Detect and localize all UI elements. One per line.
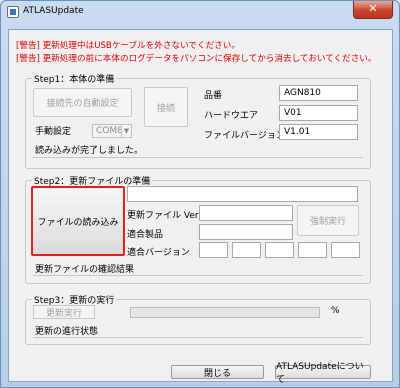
step2-divider xyxy=(33,275,363,276)
hardware-field[interactable]: V01 xyxy=(279,105,358,121)
app-icon xyxy=(7,6,19,18)
progress-percent-sign: % xyxy=(331,306,340,316)
manual-setting-label: 手動設定 xyxy=(35,127,72,137)
update-progress-bar xyxy=(130,307,320,318)
port-select[interactable]: COM8 ▼ xyxy=(92,124,132,138)
compatible-version-field-2[interactable] xyxy=(232,242,261,258)
step1-legend: Step1：本体の準備 xyxy=(32,72,117,85)
force-run-button[interactable]: 強制実行 xyxy=(297,205,359,236)
title-bar: ATLASUpdate ✕ xyxy=(1,1,399,25)
hardware-label: ハードウエア xyxy=(204,111,259,121)
run-update-button[interactable]: 更新実行 xyxy=(33,305,95,319)
connect-button[interactable]: 接続 xyxy=(144,87,188,127)
step1-divider xyxy=(33,157,363,158)
step1-status: 読み込みが完了しました。 xyxy=(35,146,144,156)
step2-result: 更新ファイルの確認結果 xyxy=(35,265,135,275)
product-code-field[interactable]: AGN810 xyxy=(279,85,358,101)
compatible-version-label: 適合バージョン xyxy=(127,248,190,258)
load-file-button[interactable]: ファイルの読み込み xyxy=(31,186,125,256)
app-window: ATLASUpdate ✕ [警告] 更新処理中はUSBケーブルを外さないでくだ… xyxy=(0,0,400,388)
compatible-product-field[interactable] xyxy=(199,224,293,240)
compatible-product-label: 適合製品 xyxy=(127,230,164,240)
compatible-version-field-5[interactable] xyxy=(331,242,360,258)
compatible-version-field-3[interactable] xyxy=(265,242,294,258)
compatible-version-field-4[interactable] xyxy=(298,242,327,258)
warning-log-backup: [警告] 更新処理の前に本体のログデータをパソコンに保存してから消去しておいてく… xyxy=(16,54,377,64)
window-title: ATLASUpdate xyxy=(23,6,84,16)
warning-usb: [警告] 更新処理中はUSBケーブルを外さないでください。 xyxy=(16,41,240,51)
compatible-version-field-1[interactable] xyxy=(199,242,228,258)
update-ver-field[interactable] xyxy=(199,205,293,221)
close-window-button[interactable]: ✕ xyxy=(353,1,393,19)
close-button[interactable]: 閉じる xyxy=(171,365,264,379)
file-version-label: ファイルバージョン xyxy=(204,131,285,141)
product-code-label: 品番 xyxy=(204,91,223,101)
update-ver-label: 更新ファイル Ver xyxy=(127,211,199,221)
auto-connect-button[interactable]: 接続先の自動設定 xyxy=(33,88,132,117)
chevron-down-icon: ▼ xyxy=(121,125,131,137)
about-button[interactable]: ATLASUpdateについて xyxy=(275,362,371,385)
file-version-field[interactable]: V1.01 xyxy=(279,124,358,140)
port-select-value: COM8 xyxy=(96,126,123,136)
step3-status: 更新の進行状態 xyxy=(35,327,99,337)
step3-divider xyxy=(33,337,363,338)
file-path-field[interactable] xyxy=(127,186,358,202)
